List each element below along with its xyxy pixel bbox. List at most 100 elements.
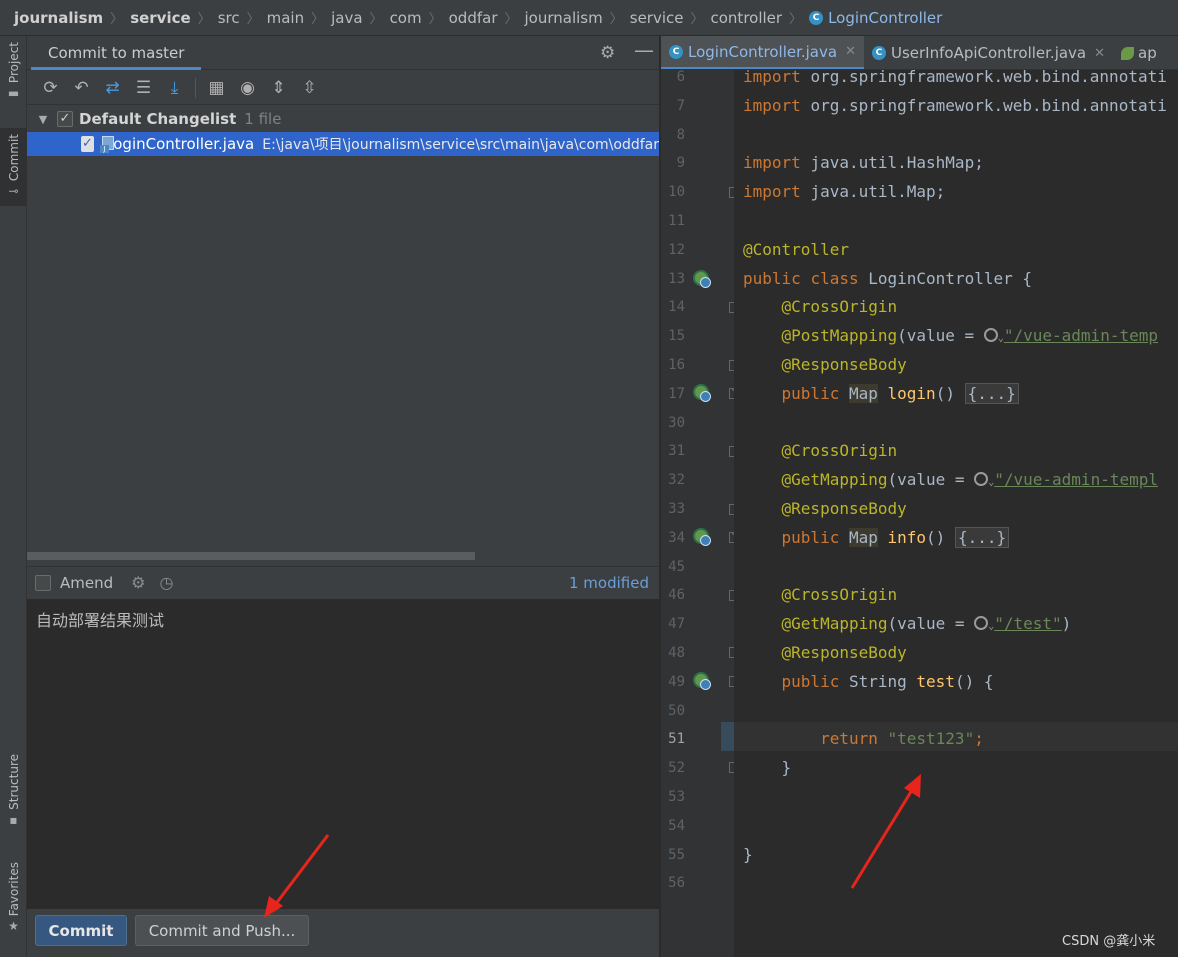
shelve-icon[interactable]: ☰ <box>128 76 159 100</box>
commit-toolbar: ⟳ ↶ ⇄ ☰ ⤓ ▦ ◉ ⇕ ⇳ <box>27 71 659 105</box>
structure-tool-tab[interactable]: Structure ▪ <box>0 754 27 840</box>
amend-label[interactable]: Amend <box>60 574 113 592</box>
folder-icon: ▬ <box>7 86 20 101</box>
update-icon[interactable]: ⤓ <box>159 76 190 100</box>
spring-bean-icon[interactable] <box>693 270 711 288</box>
chevron-right-icon: 〉 <box>609 12 623 27</box>
line-number: 45 <box>668 558 685 575</box>
expand-all-icon[interactable]: ⇕ <box>263 76 294 100</box>
folded-code[interactable]: {...} <box>954 526 1010 548</box>
breadcrumb-item[interactable]: java <box>331 9 362 27</box>
code-line-current: return "test123"; <box>820 729 984 749</box>
modified-count[interactable]: 1 modified <box>569 567 649 599</box>
commit-panel-tab[interactable]: Commit to master <box>31 36 202 70</box>
line-number: 32 <box>668 472 685 489</box>
globe-icon[interactable] <box>974 616 989 631</box>
file-row[interactable]: ✓ J LoginController.java E:\java\项目\jour… <box>27 132 659 156</box>
commit-tab-label: Commit <box>6 134 21 182</box>
line-number: 17 <box>668 385 685 402</box>
line-number: 48 <box>668 645 685 661</box>
line-number: 11 <box>668 213 685 229</box>
spring-web-endpoint-icon[interactable] <box>693 672 711 690</box>
spring-web-endpoint-icon[interactable] <box>693 528 711 546</box>
code-line: @PostMapping(value = ⌄"/vue-admin-temp <box>781 326 1158 346</box>
line-number: 13 <box>668 270 685 287</box>
line-number: 9 <box>676 155 685 172</box>
code-line: import java.util.Map; <box>743 182 946 202</box>
chevron-right-icon: 〉 <box>789 12 803 27</box>
code-line: @GetMapping(value = ⌄"/test") <box>781 614 1072 634</box>
tab-login-controller[interactable]: C LoginController.java ✕ <box>661 36 864 69</box>
commit-panel-header: Commit to master ⚙ — <box>27 36 659 70</box>
globe-icon[interactable] <box>983 328 998 343</box>
code-line: @ResponseBody <box>781 499 907 518</box>
class-icon: C <box>809 10 824 25</box>
gear-icon[interactable]: ⚙ <box>131 573 145 592</box>
tab-application[interactable]: ap <box>1113 36 1165 69</box>
code-line: } <box>781 758 792 778</box>
close-icon[interactable]: ✕ <box>845 44 856 59</box>
chevron-right-icon: 〉 <box>311 12 325 27</box>
line-number: 55 <box>668 846 685 863</box>
globe-icon[interactable] <box>974 472 989 487</box>
tab-label: UserInfoApiController.java <box>890 44 1087 62</box>
code-editor[interactable]: import org.springframework.web.bind.anno… <box>734 70 1178 957</box>
code-line: import java.util.HashMap; <box>743 153 984 173</box>
breadcrumb-item[interactable]: com <box>390 9 422 27</box>
chevron-down-icon[interactable]: ▼ <box>35 113 51 126</box>
breadcrumb-item[interactable]: service <box>630 9 684 27</box>
commit-icon: ⊸ <box>8 184 19 199</box>
commit-button[interactable]: Commit <box>35 915 127 946</box>
commit-button-bar: Commit Commit and Push... <box>27 909 659 957</box>
commit-message-input[interactable]: 自动部署结果测试 <box>27 599 659 909</box>
breadcrumb-item[interactable]: service <box>130 9 190 27</box>
collapse-all-icon[interactable]: ⇳ <box>294 76 325 100</box>
spring-web-endpoint-icon[interactable] <box>693 384 711 402</box>
commit-tool-tab[interactable]: Commit ⊸ <box>0 128 27 206</box>
commit-and-push-button[interactable]: Commit and Push... <box>135 915 309 946</box>
folded-code[interactable]: {...} <box>964 382 1019 404</box>
project-tab-label: Project <box>6 42 21 84</box>
chevron-right-icon: 〉 <box>369 12 383 27</box>
project-tool-tab[interactable]: Project ▬ <box>0 42 27 114</box>
breadcrumb-item[interactable]: src <box>218 9 240 27</box>
gear-icon[interactable]: ⚙ <box>600 43 615 63</box>
breadcrumb-item[interactable]: journalism <box>525 9 603 27</box>
changelist-row[interactable]: ▼ ✓ Default Changelist 1 file <box>27 107 659 131</box>
commit-message-text: 自动部署结果测试 <box>36 611 165 630</box>
line-number: 53 <box>668 789 685 805</box>
line-number: 6 <box>676 69 685 85</box>
editor-gutter[interactable]: 6 7 8 9 10 11 12 13 14 15 16 17 30 31 32… <box>661 69 740 957</box>
chevron-right-icon: 〉 <box>690 12 704 27</box>
breadcrumb-item[interactable]: oddfar <box>449 9 498 27</box>
tab-user-info-api-controller[interactable]: C UserInfoApiController.java ✕ <box>864 36 1113 69</box>
code-line: @CrossOrigin <box>781 585 898 605</box>
changelist-checkbox[interactable]: ✓ <box>57 111 73 127</box>
line-number: 34 <box>668 529 685 546</box>
refresh-icon[interactable]: ⟳ <box>35 76 66 100</box>
diff-icon[interactable]: ⇄ <box>97 76 128 100</box>
chevron-right-icon: 〉 <box>504 12 518 27</box>
breadcrumb-item[interactable]: controller <box>711 9 783 27</box>
amend-checkbox[interactable] <box>35 574 51 591</box>
breadcrumb-item-current[interactable]: C LoginController <box>809 9 942 27</box>
line-number: 50 <box>668 702 685 719</box>
chevron-right-icon: 〉 <box>197 12 211 27</box>
file-path: E:\java\项目\journalism\service\src\main\j… <box>262 137 659 153</box>
minimize-icon[interactable]: — <box>634 38 654 62</box>
code-line: @ResponseBody <box>781 355 907 374</box>
breadcrumb-item[interactable]: main <box>267 9 304 27</box>
close-icon[interactable]: ✕ <box>1094 46 1105 61</box>
file-checkbox[interactable]: ✓ <box>81 136 94 152</box>
changes-tree: ▼ ✓ Default Changelist 1 file ✓ J LoginC… <box>27 106 659 556</box>
chevron-right-icon: 〉 <box>246 12 260 27</box>
breadcrumb-item[interactable]: journalism <box>14 9 103 27</box>
line-number: 30 <box>668 414 685 431</box>
clock-icon[interactable]: ◷ <box>159 573 173 592</box>
rollback-icon[interactable]: ↶ <box>66 76 97 100</box>
favorites-tool-tab[interactable]: Favorites ★ <box>0 862 27 942</box>
eye-icon[interactable]: ◉ <box>232 76 263 100</box>
group-by-icon[interactable]: ▦ <box>201 76 232 100</box>
tab-label: LoginController.java <box>688 42 838 61</box>
horizontal-scrollbar[interactable] <box>27 552 475 560</box>
